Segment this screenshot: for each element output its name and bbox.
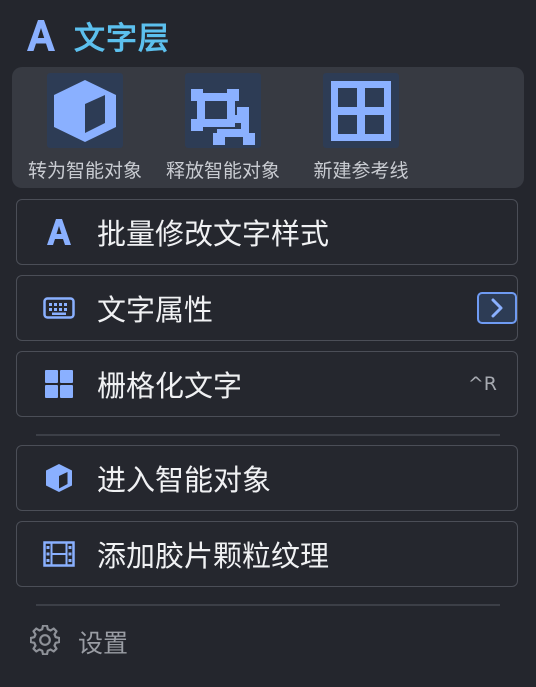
menu-item-label: 进入智能对象 [97, 463, 272, 497]
enter-smart-object-item[interactable]: 进入智能对象 [16, 445, 518, 511]
cube-icon [43, 462, 75, 494]
gear-icon [29, 624, 61, 659]
cube-icon [47, 73, 123, 148]
shortcut-hint: ^R [467, 373, 497, 395]
film-icon [43, 538, 75, 570]
convert-to-smart-object-button[interactable]: 转为智能对象 [22, 73, 148, 183]
new-guides-button[interactable]: 新建参考线 [298, 73, 424, 183]
toolbar-item-label: 释放智能对象 [165, 160, 280, 182]
text-a-icon [43, 216, 75, 248]
panel-header: 文字层 [24, 14, 170, 57]
menu-item-label: 文字属性 [97, 293, 214, 327]
batch-edit-text-style-item[interactable]: 批量修改文字样式 [16, 199, 518, 265]
toolbar-item-label: 新建参考线 [313, 160, 409, 182]
chevron-right-icon[interactable] [477, 292, 517, 324]
quick-actions-toolbar: 转为智能对象 释放智能对象 新建参考线 [12, 67, 524, 188]
settings-button[interactable]: 设置 [29, 622, 129, 662]
menu-item-label: 批量修改文字样式 [97, 217, 330, 251]
text-properties-item[interactable]: 文字属性 [16, 275, 518, 341]
settings-label: 设置 [78, 629, 129, 658]
divider [36, 604, 500, 606]
guides-grid-icon [323, 73, 399, 148]
grid-squares-icon [43, 368, 75, 400]
panel-title: 文字层 [74, 20, 170, 57]
toolbar-item-label: 转为智能对象 [27, 160, 142, 182]
release-frame-icon [185, 73, 261, 148]
release-smart-object-button[interactable]: 释放智能对象 [160, 73, 286, 183]
add-film-grain-item[interactable]: 添加胶片颗粒纹理 [16, 521, 518, 587]
menu-item-label: 栅格化文字 [97, 369, 243, 403]
keyboard-icon [43, 292, 75, 324]
rasterize-text-item[interactable]: 栅格化文字 ^R [16, 351, 518, 417]
divider [36, 434, 500, 436]
text-a-icon [24, 15, 58, 55]
menu-item-label: 添加胶片颗粒纹理 [97, 539, 330, 573]
